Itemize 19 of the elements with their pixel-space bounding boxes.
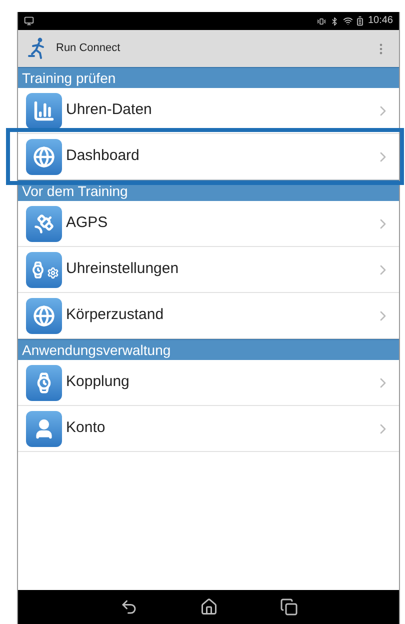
watch-gear-icon [26, 252, 62, 288]
screen-icon [24, 16, 34, 26]
back-button[interactable] [120, 598, 138, 616]
bar-chart-icon [26, 92, 62, 128]
satellite-icon [26, 206, 62, 242]
globe-icon [26, 138, 62, 174]
bluetooth-icon [330, 16, 339, 26]
section-header: Anwendungsverwaltung [18, 339, 399, 360]
section-header: Training prüfen [18, 67, 399, 88]
recent-apps-button[interactable] [280, 598, 298, 616]
home-button[interactable] [200, 598, 218, 616]
person-icon [26, 410, 62, 446]
globe-icon [26, 298, 62, 334]
vibrate-icon [316, 16, 326, 26]
app-title: Run Connect [56, 41, 122, 56]
status-time: 10:46 [368, 16, 393, 26]
watch-icon [26, 364, 62, 400]
battery-icon [354, 16, 365, 26]
wifi-icon [342, 16, 353, 26]
